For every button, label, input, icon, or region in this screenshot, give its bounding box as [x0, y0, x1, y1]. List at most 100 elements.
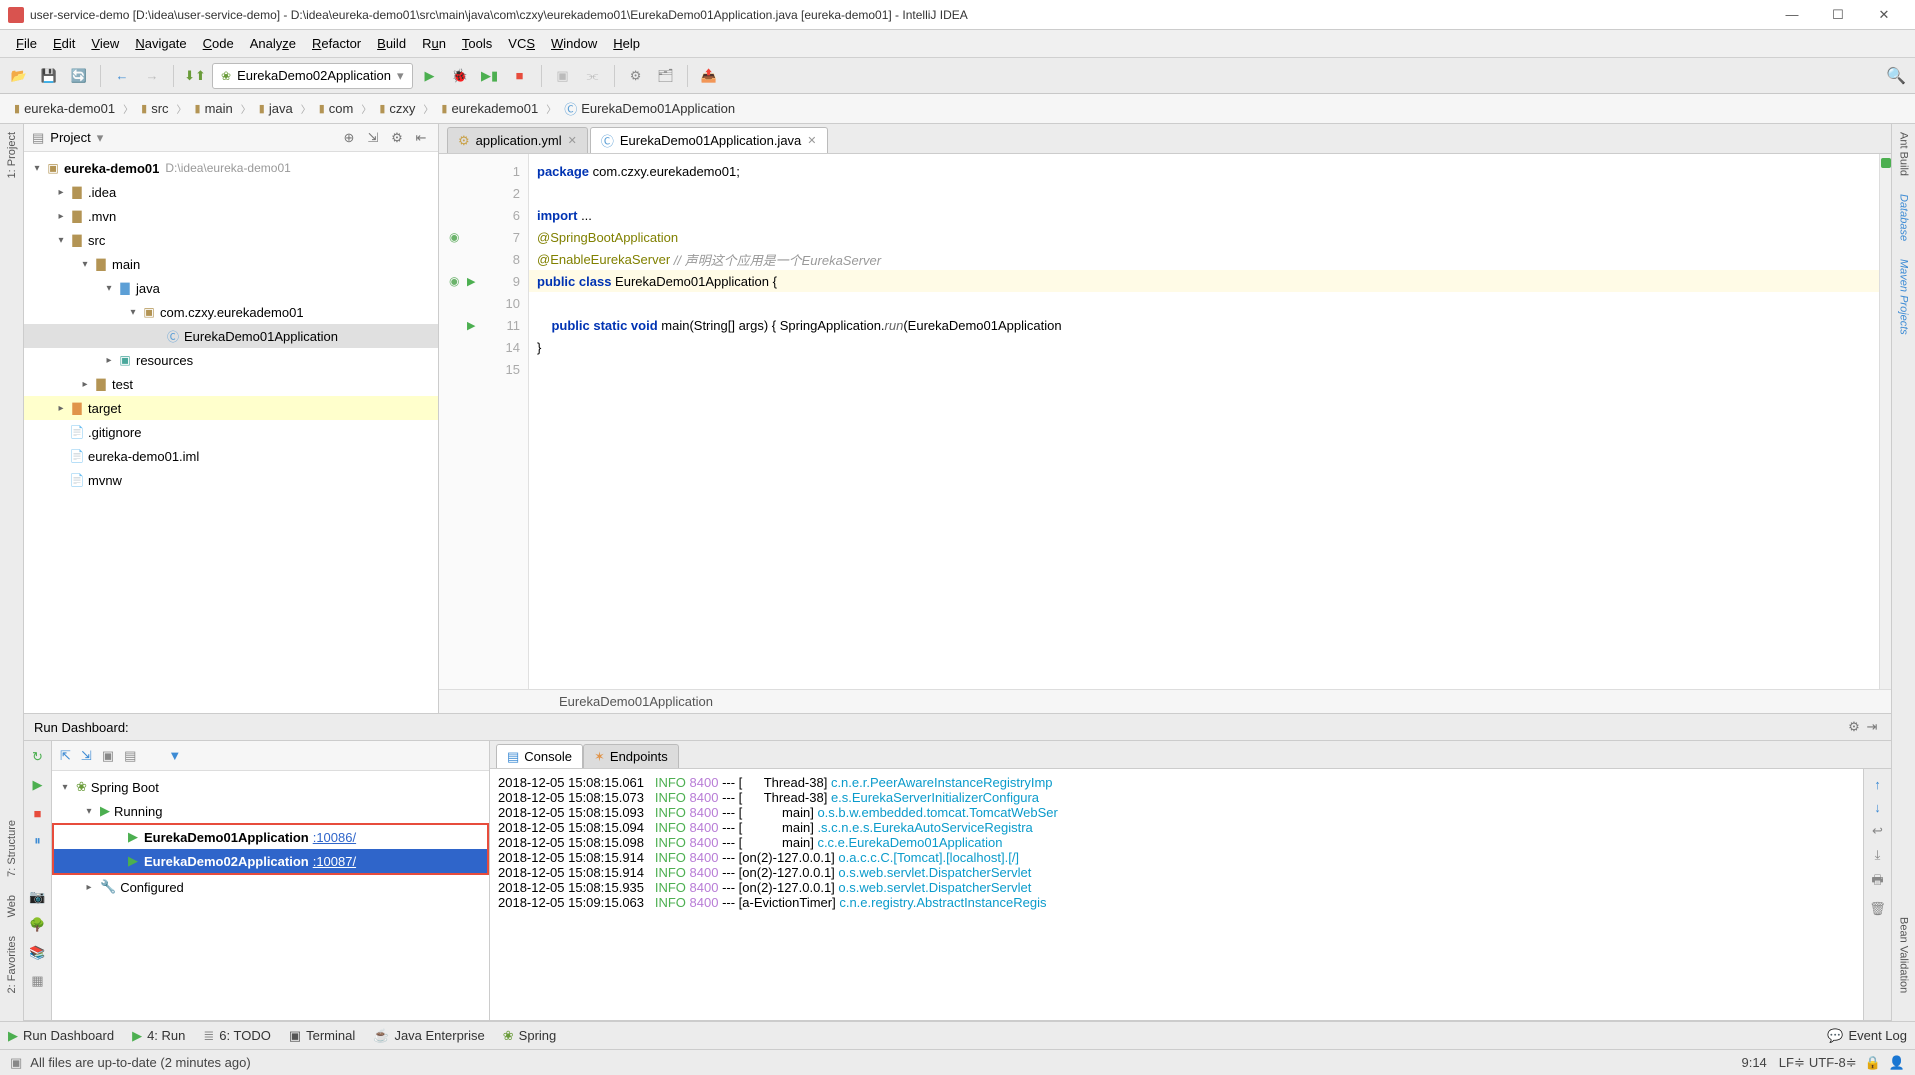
group-icon[interactable]: ▣ [102, 748, 114, 764]
locate-icon[interactable]: ⊕ [340, 129, 358, 147]
save-icon[interactable]: 💾 [36, 63, 62, 89]
port-link[interactable]: :10087/ [313, 854, 356, 869]
book-icon[interactable]: 📚 [28, 943, 48, 963]
tree-item[interactable]: 📄.gitignore [24, 420, 438, 444]
bottom-tab-run-dashboard[interactable]: ▶Run Dashboard [8, 1028, 114, 1044]
breadcrumb-item[interactable]: ▮czxy [373, 99, 421, 118]
editor-tab[interactable]: ⒸEurekaDemo01Application.java✕ [590, 127, 828, 153]
breadcrumb-item[interactable]: ▮main [189, 99, 239, 118]
tree-item[interactable]: ▾▇main [24, 252, 438, 276]
tree-item[interactable]: ▸▇.idea [24, 180, 438, 204]
dashboard-group-configured[interactable]: ▸🔧Configured [52, 875, 489, 899]
down-icon[interactable]: ↓ [1874, 800, 1881, 815]
breadcrumb-item[interactable]: ▮eureka-demo01 [8, 99, 121, 118]
debug-icon[interactable]: 🐞 [447, 63, 473, 89]
tab-database[interactable]: Database [1898, 194, 1910, 241]
bottom-tab-spring[interactable]: ❀Spring [503, 1028, 556, 1044]
open-icon[interactable]: 📂 [6, 63, 32, 89]
hide-icon[interactable]: ⇤ [412, 129, 430, 147]
menu-analyze[interactable]: Analyze [242, 36, 304, 51]
menu-vcs[interactable]: VCS [500, 36, 543, 51]
wrap-icon[interactable]: ↩ [1872, 823, 1883, 839]
tab-project[interactable]: 1: Project [6, 132, 18, 178]
breadcrumb-item[interactable]: ▮java [253, 99, 299, 118]
lock-icon[interactable]: 🔒 [1865, 1055, 1881, 1071]
run-icon[interactable]: ▶ [28, 775, 48, 795]
tree-item[interactable]: ▾▇src [24, 228, 438, 252]
event-log-button[interactable]: 💬Event Log [1827, 1028, 1907, 1044]
bottom-tab-terminal[interactable]: ▣Terminal [289, 1028, 355, 1044]
breadcrumb-item[interactable]: ▮eurekademo01 [435, 99, 544, 118]
stop-icon[interactable]: ■ [507, 63, 533, 89]
menu-code[interactable]: Code [195, 36, 242, 51]
console-output[interactable]: 2018-12-05 15:08:15.061 INFO 8400 --- [ … [490, 769, 1863, 1020]
search-icon[interactable]: 🔍 [1883, 63, 1909, 89]
maximize-button[interactable]: ☐ [1815, 1, 1861, 29]
profile-icon[interactable]: ▣ [550, 63, 576, 89]
coverage-icon[interactable]: ▶▮ [477, 63, 503, 89]
file-encoding[interactable]: UTF-8≑ [1809, 1055, 1857, 1071]
menu-tools[interactable]: Tools [454, 36, 500, 51]
minimize-button[interactable]: — [1769, 1, 1815, 29]
run-config-selector[interactable]: ❀ EurekaDemo02Application ▾ [212, 63, 413, 89]
menu-file[interactable]: File [8, 36, 45, 51]
editor-tab[interactable]: ⚙application.yml✕ [447, 127, 588, 153]
tree-item[interactable]: ▸▣resources [24, 348, 438, 372]
hector-icon[interactable]: 👤 [1889, 1055, 1905, 1071]
tree-icon[interactable]: 🌳 [28, 915, 48, 935]
scroll-icon[interactable]: ⤓ [1875, 847, 1881, 863]
menu-view[interactable]: View [83, 36, 127, 51]
dashboard-app[interactable]: ▶EurekaDemo02Application:10087/ [54, 849, 487, 873]
breadcrumb-item[interactable]: ▮src [135, 99, 174, 118]
menu-build[interactable]: Build [369, 36, 414, 51]
camera-icon[interactable]: 📷 [28, 887, 48, 907]
attach-icon[interactable]: ⫘ [580, 63, 606, 89]
clear-icon[interactable]: 🗑 [1869, 901, 1886, 917]
code-editor[interactable]: package com.czxy.eurekademo01; import ..… [529, 154, 1879, 689]
menu-refactor[interactable]: Refactor [304, 36, 369, 51]
status-icon[interactable]: ▣ [10, 1055, 22, 1071]
build-icon[interactable]: ⬇⬆ [182, 63, 208, 89]
tab-ant[interactable]: Ant Build [1898, 132, 1910, 176]
stop-icon[interactable]: ■ [28, 803, 48, 823]
menu-navigate[interactable]: Navigate [127, 36, 194, 51]
breadcrumb-item[interactable]: ⒸEurekaDemo01Application [558, 97, 741, 120]
collapse-icon[interactable]: ⇲ [81, 748, 92, 764]
expand-icon[interactable]: ⇱ [60, 748, 71, 764]
caret-position[interactable]: 9:14 [1741, 1055, 1766, 1070]
dashboard-group[interactable]: ▾❀Spring Boot [52, 775, 489, 799]
deploy-icon[interactable]: 📤 [696, 63, 722, 89]
tree-root[interactable]: ▾▣eureka-demo01D:\idea\eureka-demo01 [24, 156, 438, 180]
rerun-icon[interactable]: ↻ [28, 747, 48, 767]
tree-item-class[interactable]: ⒸEurekaDemo01Application [24, 324, 438, 348]
bottom-tab-todo[interactable]: ≣6: TODO [203, 1028, 270, 1044]
up-icon[interactable]: ↑ [1874, 777, 1881, 792]
sync-icon[interactable]: 🔄 [66, 63, 92, 89]
dashboard-group-running[interactable]: ▾▶Running [52, 799, 489, 823]
tree-item[interactable]: 📄eureka-demo01.iml [24, 444, 438, 468]
filter-icon[interactable]: ▼ [168, 748, 181, 763]
tab-bean-validation[interactable]: Bean Validation [1898, 917, 1910, 993]
forward-icon[interactable]: → [139, 63, 165, 89]
print-icon[interactable]: 🖶 [1871, 871, 1883, 893]
endpoints-tab[interactable]: ✶Endpoints [583, 744, 679, 768]
tree-item[interactable]: ▾▣com.czxy.eurekademo01 [24, 300, 438, 324]
breadcrumb-item[interactable]: ▮com [313, 99, 360, 118]
hide-icon[interactable]: ⇥ [1863, 718, 1881, 736]
console-tab[interactable]: ▤Console [496, 744, 583, 768]
pause-icon[interactable]: ⏸ [28, 831, 48, 851]
menu-window[interactable]: Window [543, 36, 605, 51]
run-gutter-icon[interactable]: ▶ [467, 319, 475, 332]
tree-item[interactable]: 📄mvnw [24, 468, 438, 492]
structure-icon[interactable]: 🗂 [653, 63, 679, 89]
menu-run[interactable]: Run [414, 36, 454, 51]
dashboard-app[interactable]: ▶EurekaDemo01Application:10086/ [54, 825, 487, 849]
settings-icon[interactable]: ⚙ [623, 63, 649, 89]
gear-icon[interactable]: ⚙ [1845, 718, 1863, 736]
tab-favorites[interactable]: 2: Favorites [6, 936, 18, 993]
tab-maven[interactable]: Maven Projects [1898, 259, 1910, 335]
collapse-icon[interactable]: ⇲ [364, 129, 382, 147]
group-icon[interactable]: ▤ [124, 748, 136, 764]
bottom-tab-java-enterprise[interactable]: ☕Java Enterprise [373, 1028, 485, 1044]
layout-icon[interactable]: ▦ [28, 971, 48, 991]
